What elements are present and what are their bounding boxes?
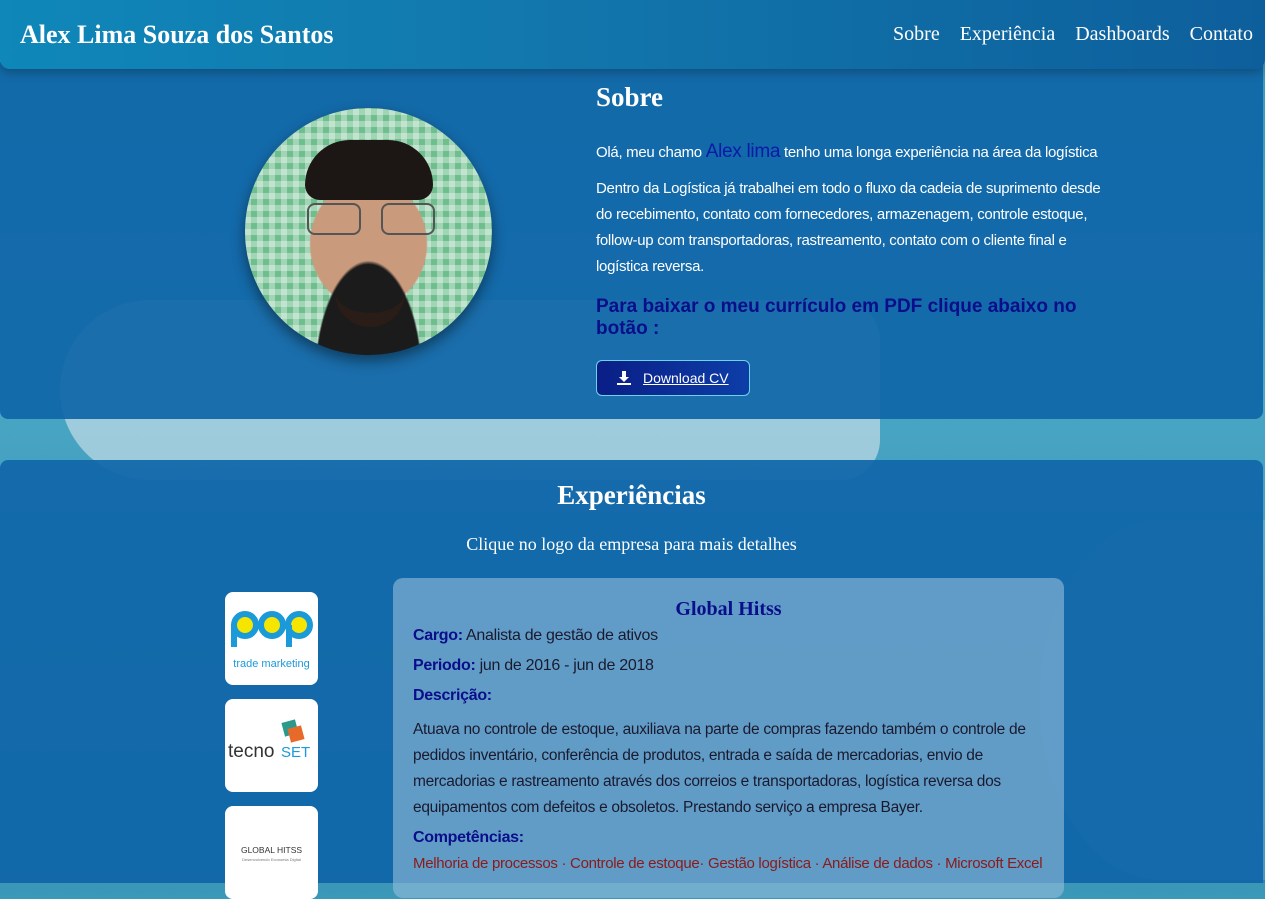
globalhitss-tagline: Desenvolvendo Economia Digital [242, 857, 301, 862]
about-intro: Olá, meu chamo Alex lima tenho uma longa… [596, 139, 1116, 166]
company-logo-globalhitss[interactable]: GLOBAL HITSS Desenvolvendo Economia Digi… [225, 806, 318, 899]
periodo-label: Periodo: [413, 657, 476, 674]
profile-photo [245, 108, 492, 355]
company-logo-tecnoset[interactable]: tecno SET [225, 699, 318, 792]
competencias-field: Competências: [413, 829, 1044, 847]
tecno-text: tecno [228, 741, 274, 762]
cargo-value: Analista de gestão de ativos [466, 627, 658, 644]
company-name: Global Hitss [675, 598, 782, 620]
set-text: SET [281, 744, 310, 761]
nav-link-dashboards[interactable]: Dashboards [1075, 23, 1169, 46]
about-paragraph: Dentro da Logística já trabalhei em todo… [596, 180, 1101, 275]
experience-section: Experiências Clique no logo da empresa p… [0, 460, 1263, 899]
about-content: Sobre Olá, meu chamo Alex lima tenho uma… [596, 82, 1116, 396]
intro-prefix: Olá, meu chamo [596, 144, 702, 161]
nav-link-experiencia[interactable]: Experiência [960, 23, 1056, 46]
about-section: Sobre Olá, meu chamo Alex lima tenho uma… [0, 62, 1263, 419]
site-title[interactable]: Alex Lima Souza dos Santos [20, 20, 334, 50]
cv-label: Para baixar o meu currículo em PDF cliqu… [596, 296, 1077, 339]
cargo-label: Cargo: [413, 627, 463, 644]
site-header: Alex Lima Souza dos Santos Sobre Experiê… [0, 0, 1265, 69]
descricao-text: Atuava no controle de estoque, auxiliava… [413, 721, 1026, 816]
globalhitss-logo-icon: GLOBAL HITSS Desenvolvendo Economia Digi… [241, 845, 302, 862]
download-icon [617, 371, 631, 385]
nav-link-sobre[interactable]: Sobre [893, 23, 940, 46]
pop-logo-text: trade marketing [233, 658, 309, 670]
experience-detail-card: Global Hitss Cargo: Analista de gestão d… [393, 578, 1064, 898]
intro-name: Alex lima [705, 141, 781, 162]
descricao-field: Descrição: [413, 687, 1044, 705]
periodo-field: Periodo: jun de 2016 - jun de 2018 [413, 657, 1044, 675]
descricao-label: Descrição: [413, 687, 492, 704]
nav-link-contato[interactable]: Contato [1190, 23, 1253, 46]
intro-suffix: tenho uma longa experiência na área da l… [784, 144, 1098, 161]
about-title: Sobre [596, 82, 664, 112]
competencias-text: Melhoria de processos · Controle de esto… [413, 855, 1043, 872]
experience-subtitle: Clique no logo da empresa para mais deta… [466, 534, 797, 554]
company-logo-pop[interactable]: trade marketing [225, 592, 318, 685]
experience-title: Experiências [557, 480, 706, 510]
main-nav: Sobre Experiência Dashboards Contato [893, 23, 1253, 46]
download-cv-button[interactable]: Download CV [596, 360, 750, 396]
tecnoset-logo-icon: tecno SET [228, 719, 310, 762]
cargo-field: Cargo: Analista de gestão de ativos [413, 627, 1044, 645]
competencias-label: Competências: [413, 829, 524, 846]
pop-logo-icon: trade marketing [231, 611, 313, 670]
download-cv-label: Download CV [643, 370, 729, 386]
periodo-value: jun de 2016 - jun de 2018 [479, 657, 654, 674]
globalhitss-logo-text: GLOBAL HITSS [241, 845, 302, 855]
